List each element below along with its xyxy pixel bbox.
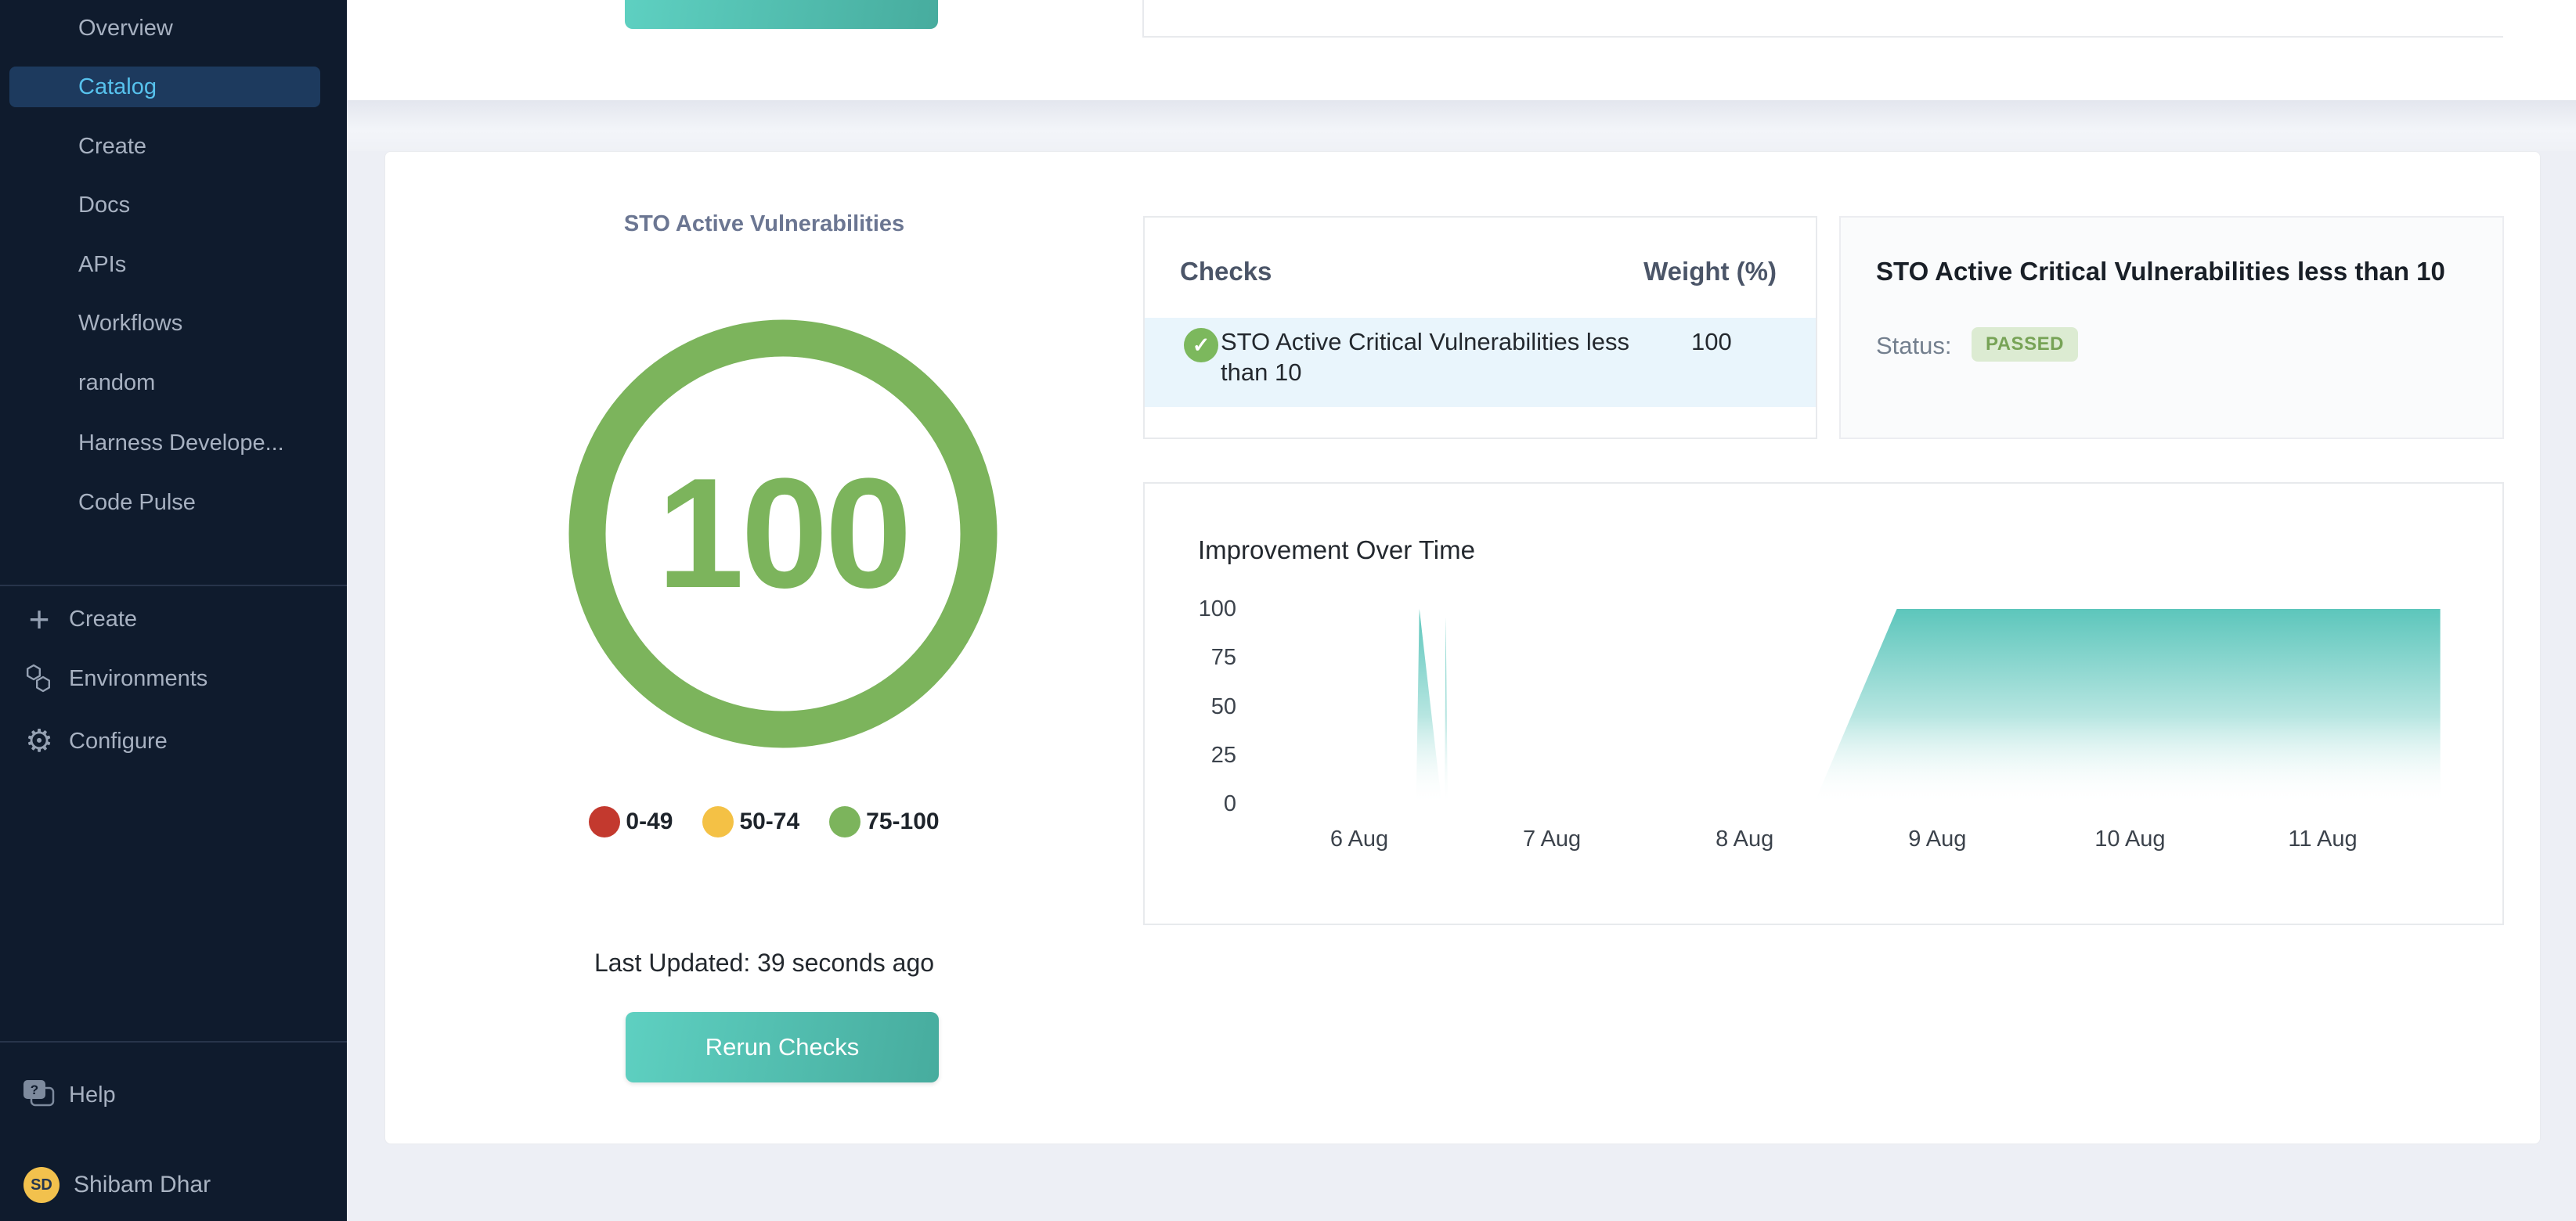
x-tick: 9 Aug [1908, 827, 1966, 852]
legend-label: 50-74 [739, 809, 799, 835]
sidebar-divider-bottom [0, 1041, 347, 1043]
scorecard-title: STO Active Vulnerabilities [385, 211, 1143, 237]
sidebar-item-code-pulse[interactable]: Code Pulse [9, 482, 320, 523]
rerun-checks-button[interactable]: Rerun Checks [626, 1012, 939, 1082]
plus-icon: + [22, 602, 56, 636]
improvement-chart-panel: Improvement Over Time 100 75 50 25 0 6 A… [1143, 482, 2504, 925]
x-tick: 8 Aug [1716, 827, 1773, 852]
previous-panel-fragment [1142, 0, 2503, 38]
legend-item-red: 0-49 [589, 806, 673, 837]
x-tick: 10 Aug [2094, 827, 2165, 852]
hexagons-icon [22, 661, 56, 696]
legend-label: 0-49 [626, 809, 673, 835]
status-badge: PASSED [1972, 327, 2078, 362]
gear-icon: ⚙ [22, 724, 56, 758]
avatar: SD [23, 1167, 60, 1203]
check-weight: 100 [1691, 328, 1732, 356]
sidebar-item-workflows[interactable]: Workflows [9, 303, 320, 344]
legend-item-green: 75-100 [829, 806, 939, 837]
check-circle-icon: ✓ [1184, 328, 1218, 362]
sidebar-item-apis[interactable]: APIs [9, 244, 320, 285]
sidebar-divider-top [0, 585, 347, 586]
score-legend: 0-49 50-74 75-100 [385, 806, 1143, 837]
previous-rerun-button-fragment[interactable] [625, 0, 938, 29]
section-gap [347, 100, 2576, 151]
legend-dot-red [589, 806, 620, 837]
check-detail-title: STO Active Critical Vulnerabilities less… [1876, 257, 2445, 286]
sidebar-action-label: Environments [69, 666, 207, 692]
help-label: Help [69, 1082, 116, 1108]
last-updated-text: Last Updated: 39 seconds ago [385, 949, 1143, 978]
x-tick: 11 Aug [2288, 827, 2357, 852]
sidebar-help[interactable]: ? Help [0, 1075, 347, 1115]
sidebar: Overview Catalog Create Docs APIs Workfl… [0, 0, 347, 1221]
svg-text:?: ? [31, 1082, 38, 1097]
sidebar-action-configure[interactable]: ⚙ Configure [0, 721, 347, 762]
previous-scorecard-fragment [347, 0, 2576, 100]
sidebar-action-label: Create [69, 607, 137, 632]
sidebar-item-docs[interactable]: Docs [9, 185, 320, 225]
status-label: Status: [1876, 332, 1952, 360]
score-gauge: 100 [568, 319, 998, 748]
user-name: Shibam Dhar [74, 1172, 211, 1198]
sidebar-item-catalog[interactable]: Catalog [9, 67, 320, 107]
legend-label: 75-100 [866, 809, 939, 835]
score-value: 100 [568, 319, 998, 748]
sidebar-action-create[interactable]: + Create [0, 599, 347, 639]
check-row[interactable]: ✓ STO Active Critical Vulnerabilities le… [1145, 318, 1816, 407]
sidebar-item-random[interactable]: random [9, 362, 320, 403]
sidebar-item-create[interactable]: Create [9, 126, 320, 167]
user-menu[interactable]: SD Shibam Dhar [0, 1163, 347, 1207]
x-tick: 6 Aug [1330, 827, 1388, 852]
legend-dot-green [829, 806, 860, 837]
help-chat-icon: ? [22, 1078, 56, 1112]
sidebar-action-label: Configure [69, 729, 168, 755]
sidebar-action-environments[interactable]: Environments [0, 658, 347, 699]
checks-column-header: Checks [1180, 257, 1272, 286]
checks-panel: Checks Weight (%) ✓ STO Active Critical … [1143, 216, 1817, 439]
weight-column-header: Weight (%) [1643, 257, 1777, 286]
sidebar-item-overview[interactable]: Overview [9, 8, 320, 49]
x-tick: 7 Aug [1523, 827, 1581, 852]
check-name: STO Active Critical Vulnerabilities less… [1221, 326, 1675, 387]
sidebar-item-harness-developer[interactable]: Harness Develope... [9, 423, 320, 463]
legend-dot-yellow [702, 806, 734, 837]
scorecard-card: STO Active Vulnerabilities 100 0-49 50-7… [384, 151, 2541, 1144]
area-chart [1145, 484, 2502, 924]
legend-item-yellow: 50-74 [702, 806, 799, 837]
check-detail-panel: STO Active Critical Vulnerabilities less… [1839, 216, 2504, 439]
